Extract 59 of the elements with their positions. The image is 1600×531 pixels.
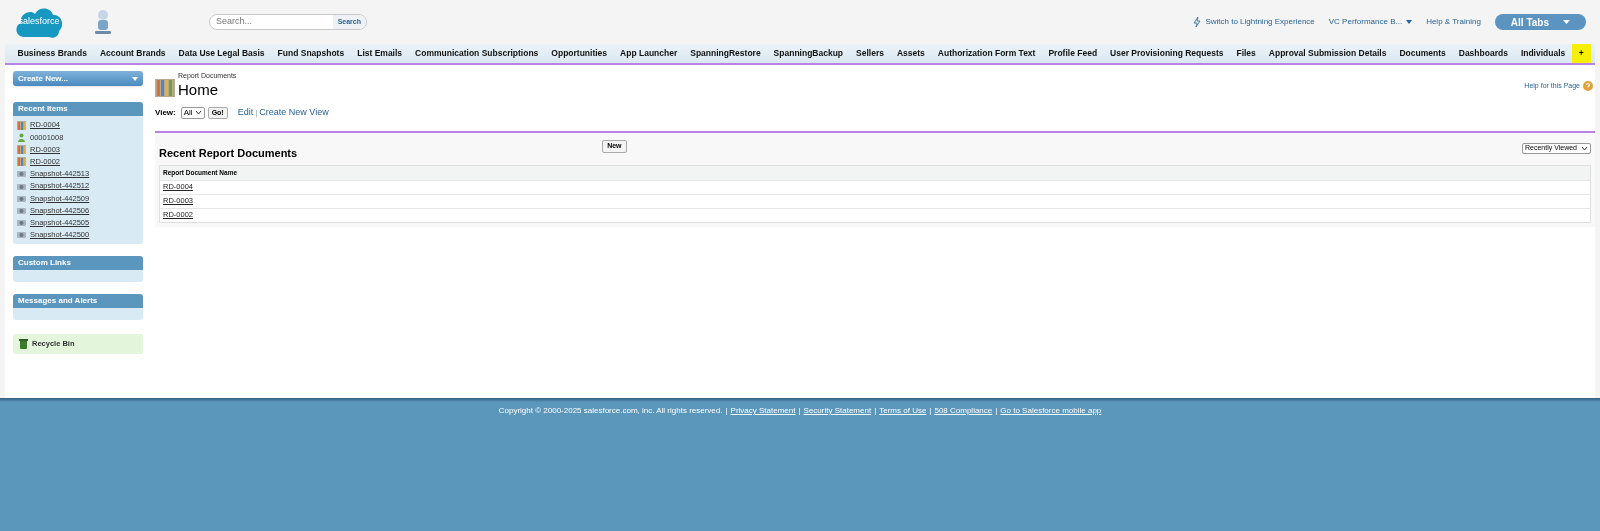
separator: | <box>874 405 877 417</box>
camera-icon <box>17 169 26 179</box>
trash-icon <box>19 338 28 349</box>
camera-icon <box>17 218 26 228</box>
page-title: Home <box>178 81 219 97</box>
copyright-text: Copyright © 2000-2025 salesforce.com, inc. All rights reserved. <box>498 405 723 417</box>
section-header: Custom Links <box>13 255 143 270</box>
nav-tab[interactable]: User Provisioning Requests <box>1103 44 1230 63</box>
nav-tab[interactable]: + <box>1571 44 1591 63</box>
chevron-icon <box>194 110 202 116</box>
nav-tab[interactable]: Business Brands <box>11 44 94 63</box>
nav-tab[interactable]: Assets <box>890 44 932 63</box>
nav-tab[interactable]: SpanningBackup <box>767 44 850 63</box>
camera-icon <box>17 230 26 240</box>
header-link[interactable]: VC Performance B... <box>1328 16 1413 28</box>
books-icon <box>17 120 26 130</box>
section-header: Recent Items <box>13 102 143 116</box>
nav-tab[interactable]: Authorization Form Text <box>931 44 1042 63</box>
caret-icon <box>1406 20 1413 24</box>
caret-icon <box>132 76 138 81</box>
books-icon <box>17 157 26 167</box>
nav-tab[interactable]: Opportunities <box>544 44 614 63</box>
lightning-icon <box>1193 17 1202 27</box>
nav-tab[interactable]: Communication Subscriptions <box>408 44 545 63</box>
nav-tab[interactable]: Sellers <box>849 44 891 63</box>
camera-icon <box>17 205 26 215</box>
header-link[interactable]: Help & Training <box>1426 16 1481 28</box>
view-select[interactable]: All <box>180 106 205 119</box>
separator: | <box>798 405 801 417</box>
nav-tab[interactable]: Data Use Legal Basis <box>172 44 272 63</box>
list-title: Recent Report Documents <box>159 146 298 162</box>
person-icon <box>17 132 26 142</box>
separator: | <box>725 405 728 417</box>
nav-tab[interactable]: Individuals <box>1514 44 1572 63</box>
books-icon <box>155 77 175 97</box>
separator: | <box>995 405 998 417</box>
nav-tab[interactable]: SpanningRestore <box>683 44 768 63</box>
nav-tab[interactable]: Profile Feed <box>1041 44 1104 63</box>
header-link[interactable]: Switch to Lightning Experience <box>1193 16 1315 28</box>
camera-icon <box>17 181 26 191</box>
nav-tab[interactable]: List Emails <box>350 44 409 63</box>
section-header: Messages and Alerts <box>13 293 143 308</box>
edit-link[interactable]: Edit <box>237 106 254 120</box>
nav-tab[interactable]: Approval Submission Details <box>1262 44 1393 63</box>
nav-tab[interactable]: Documents <box>1392 44 1453 63</box>
nav-tab[interactable]: Files <box>1229 44 1263 63</box>
nav-tab[interactable]: Dashboards <box>1452 44 1515 63</box>
view-label: View: <box>155 106 176 119</box>
caret-icon <box>1563 20 1570 24</box>
nav-tab[interactable]: App Launcher <box>613 44 684 63</box>
nav-tab[interactable]: Account Brands <box>93 44 173 63</box>
create-view-link[interactable]: Create New View <box>259 106 329 120</box>
help-icon[interactable] <box>1583 81 1593 92</box>
separator: | <box>929 405 932 417</box>
books-icon <box>17 144 26 154</box>
camera-icon <box>17 193 26 203</box>
nav-tab[interactable]: Fund Snapshots <box>271 44 351 63</box>
separator: | <box>255 106 258 119</box>
chevron-icon <box>1581 146 1588 151</box>
